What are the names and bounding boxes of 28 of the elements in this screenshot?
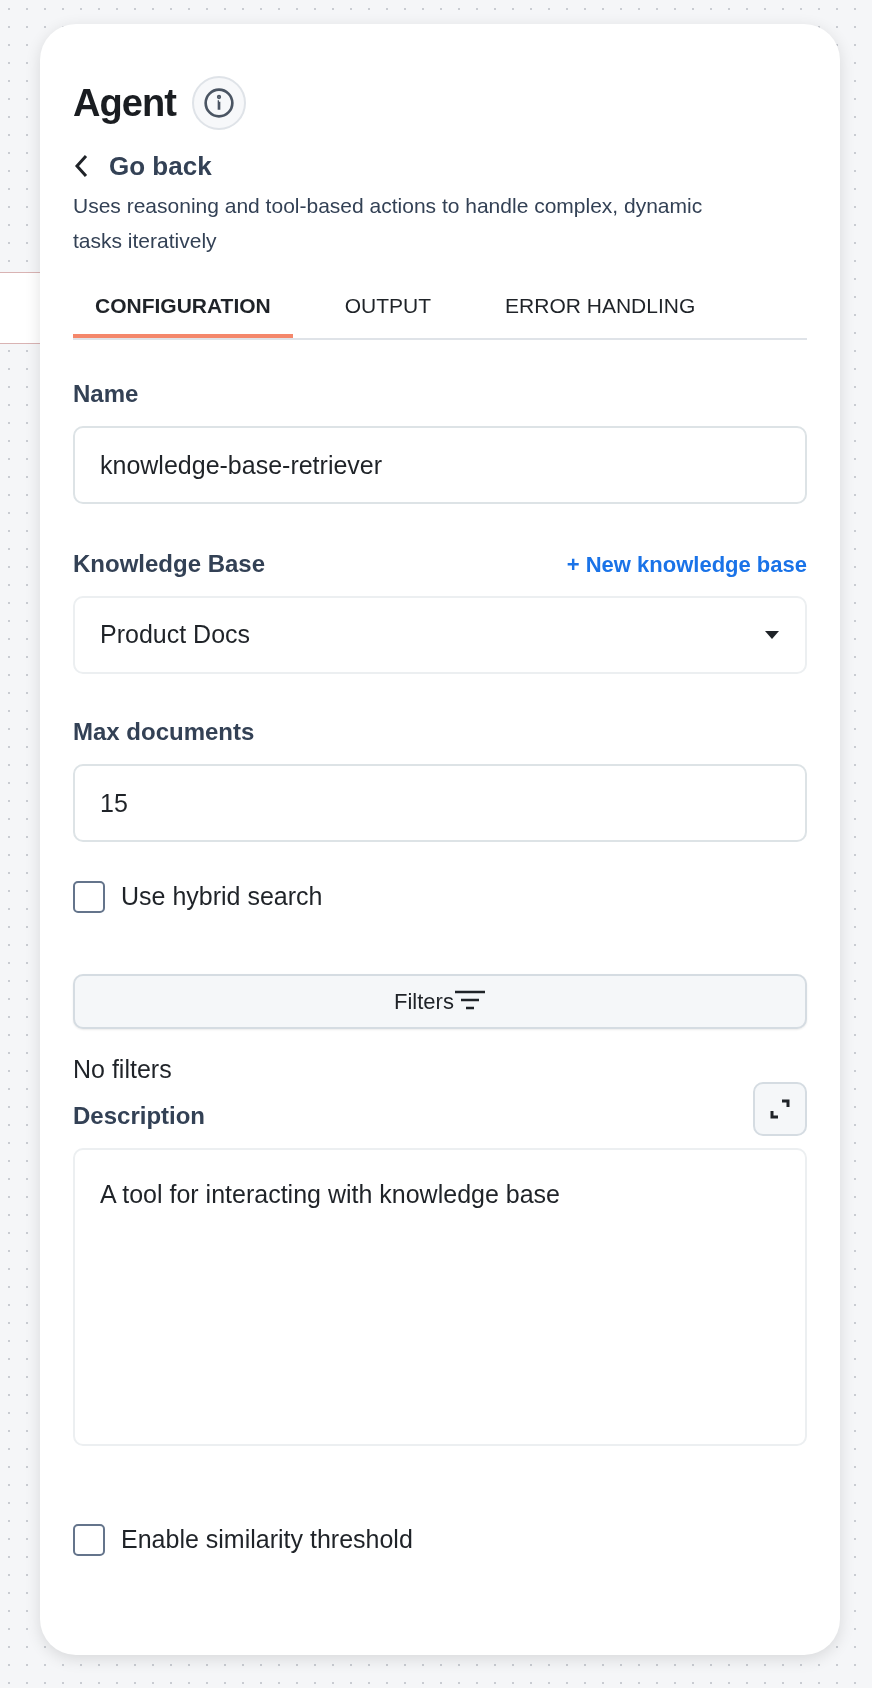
tab[interactable]: CONFIGURATION — [73, 278, 293, 338]
info-button[interactable] — [191, 76, 246, 130]
checkbox-label: Use hybrid search — [121, 881, 323, 912]
tab[interactable]: ERROR HANDLING — [483, 278, 718, 338]
checkbox-label: Enable similarity threshold — [121, 1524, 413, 1555]
field-label: Name — [73, 379, 140, 409]
description-textarea[interactable]: A tool for interacting with knowledge base — [73, 1148, 807, 1446]
back-link[interactable]: Go back — [73, 148, 212, 184]
knowledge-base-select[interactable]: Product Docs — [73, 596, 807, 674]
filters-button[interactable]: Filters — [73, 973, 807, 1029]
tab[interactable]: OUTPUT — [322, 278, 454, 338]
expand-icon — [768, 1097, 792, 1121]
info-icon — [202, 87, 235, 119]
panel-title: Agent — [73, 80, 176, 126]
name-input[interactable]: knowledge-base-retriever — [73, 426, 807, 504]
checkbox[interactable] — [73, 880, 105, 913]
field-label: Description — [73, 1101, 206, 1131]
chevron-left-icon — [73, 153, 89, 179]
filter-icon — [453, 990, 486, 1012]
new-knowledge-base-link[interactable]: + New knowledge base — [566, 547, 807, 581]
empty-filters-text: No filters — [73, 1053, 173, 1085]
field-label: Knowledge Base — [73, 549, 266, 579]
panel-description: Uses reasoning and tool-based actions to handle complex, dynamic tasks iteratively — [73, 193, 704, 254]
max-documents-input[interactable]: 15 — [73, 764, 807, 842]
dropdown-caret-icon — [764, 630, 780, 640]
field-label: Max documents — [73, 717, 256, 747]
expand-button[interactable] — [753, 1082, 807, 1136]
checkbox[interactable] — [73, 1523, 105, 1556]
